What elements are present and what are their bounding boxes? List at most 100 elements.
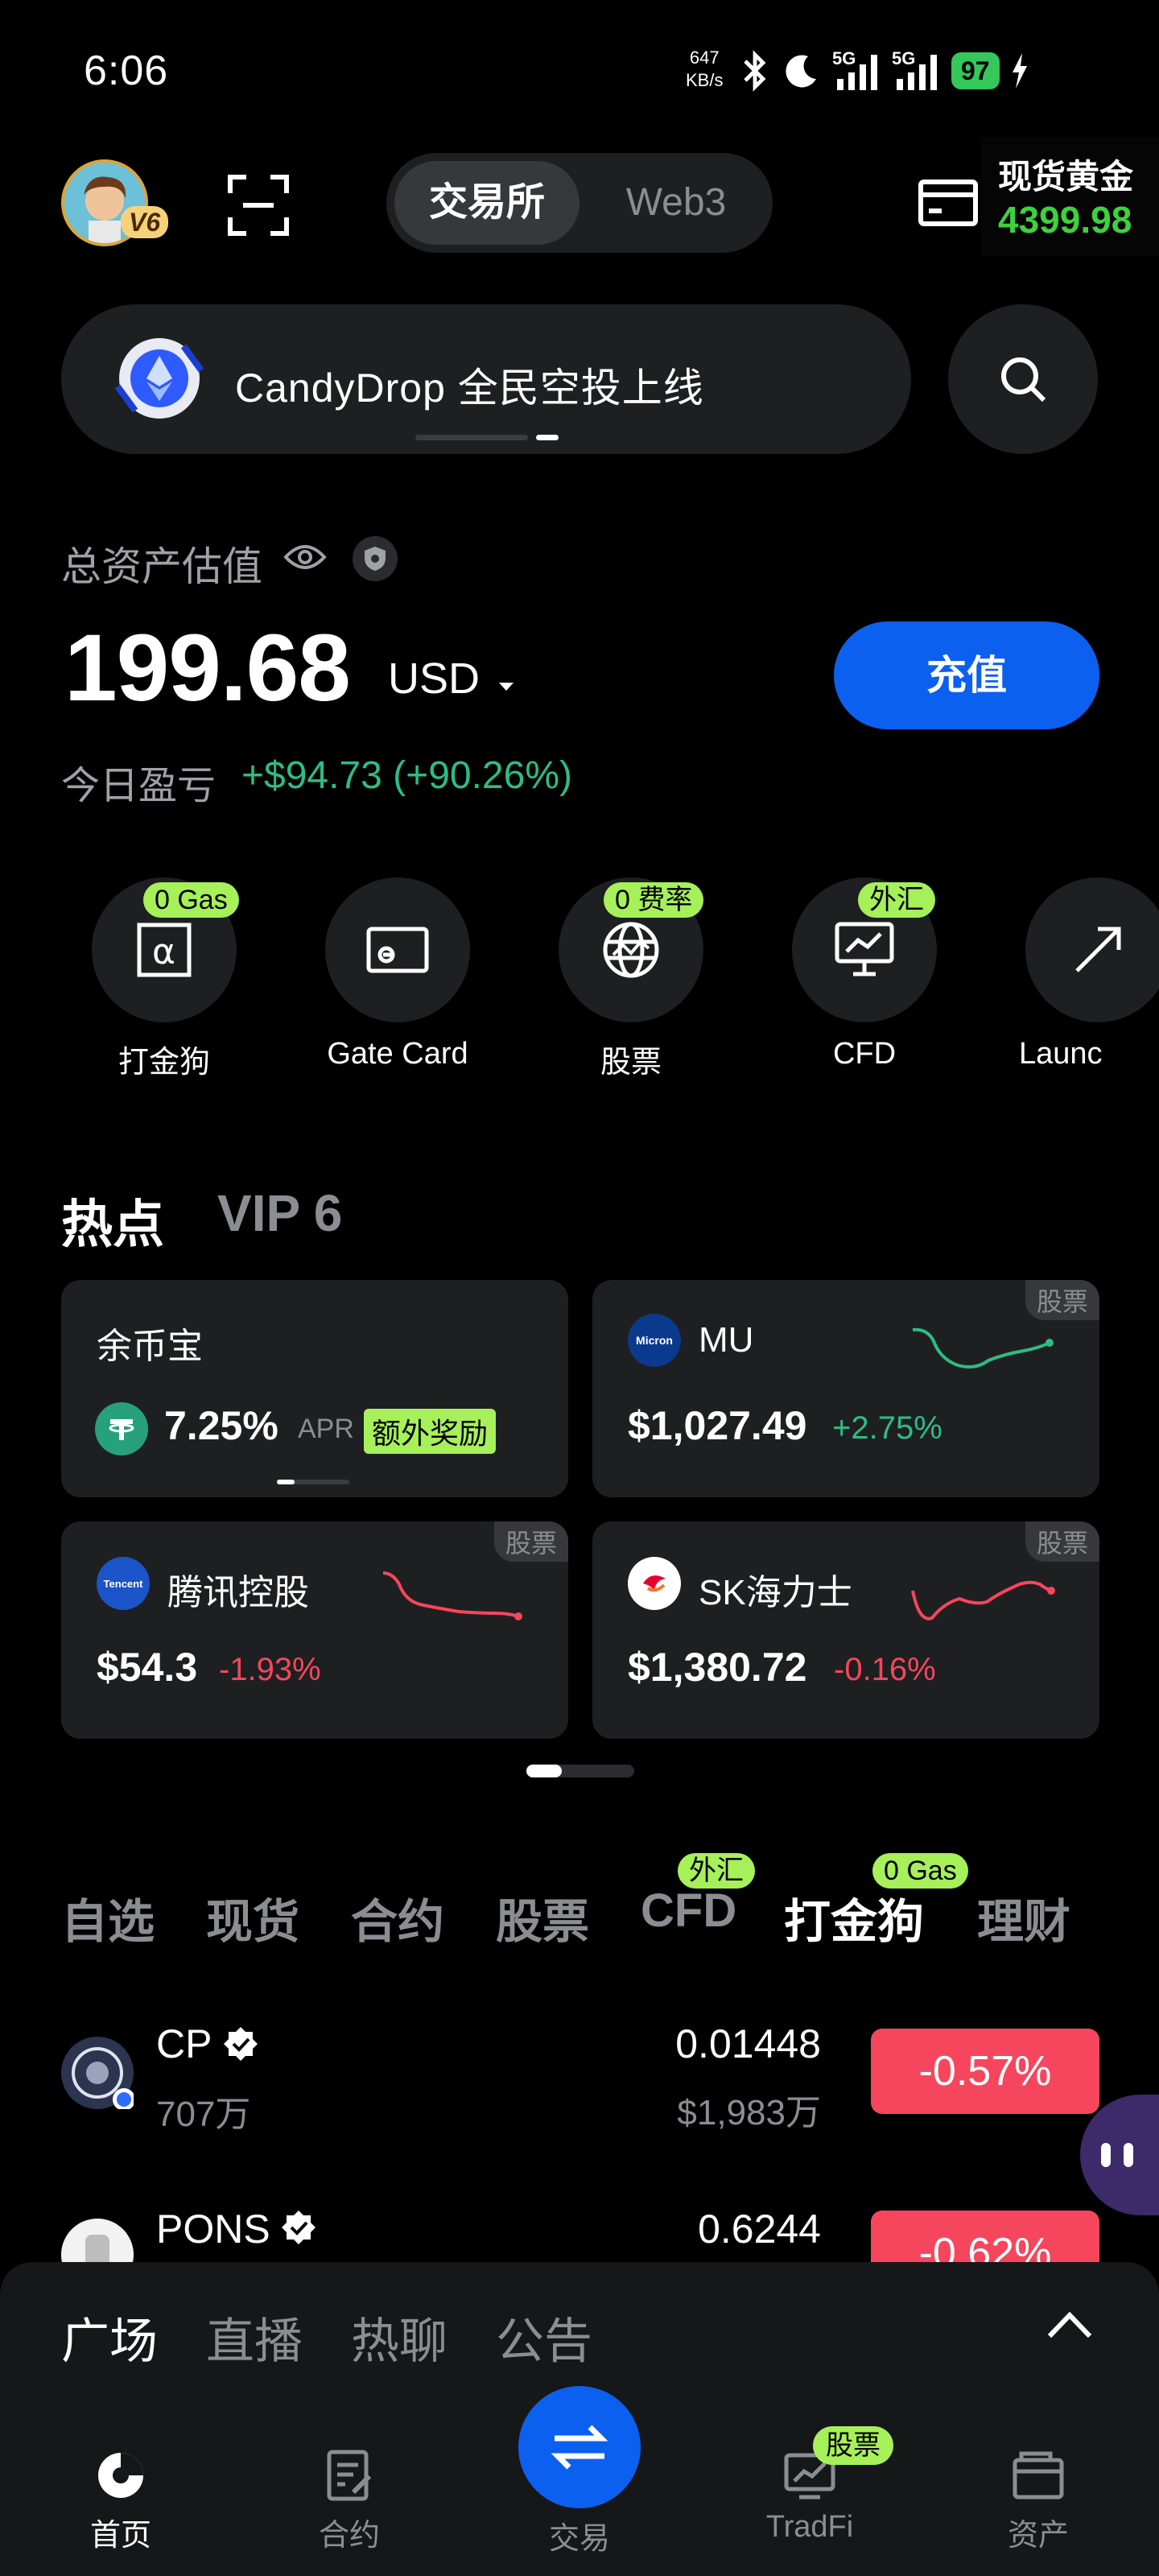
tab-cfd[interactable]: CFD xyxy=(641,1884,736,1938)
moon-icon xyxy=(782,52,821,90)
cp-token-logo xyxy=(61,2037,134,2109)
nav-label: 合约 xyxy=(318,2519,380,2553)
alpha-icon: α xyxy=(134,920,194,980)
gold-ticker-label: 现货黄金 xyxy=(998,158,1134,196)
verified-icon xyxy=(222,2025,259,2062)
deposit-button[interactable]: 充值 xyxy=(834,621,1099,729)
swap-icon xyxy=(548,2416,611,2479)
launch-icon xyxy=(1066,918,1130,982)
change-badge[interactable]: -0.57% xyxy=(871,2029,1099,2114)
tab-live[interactable]: 直播 xyxy=(206,2302,303,2372)
earn-card-pager xyxy=(277,1480,349,1484)
hot-card-change: -1.93% xyxy=(219,1652,321,1687)
bot-face-icon xyxy=(1101,2143,1133,2167)
stock-tag: 股票 xyxy=(1025,1280,1099,1320)
hot-card-tencent[interactable]: 股票 Tencent 腾讯控股 $54.3 -1.93% xyxy=(61,1521,568,1739)
globe-icon xyxy=(599,918,663,982)
shortcut-launch[interactable] xyxy=(1025,877,1159,1022)
assistant-bubble[interactable] xyxy=(1080,2095,1159,2215)
battery-level: 97 xyxy=(951,52,1000,89)
hot-card-price: $1,027.49 xyxy=(628,1403,807,1448)
tab-spot[interactable]: 现货 xyxy=(206,1884,299,1951)
hot-card-change: -0.16% xyxy=(834,1652,936,1687)
usdt-icon xyxy=(95,1402,148,1455)
tab-web3[interactable]: Web3 xyxy=(588,161,765,245)
nav-home[interactable]: 首页 xyxy=(24,2447,217,2554)
hot-card-sk-hynix[interactable]: 股票 SK海力士 $1,380.72 -0.16% xyxy=(592,1521,1099,1739)
tab-announcements[interactable]: 公告 xyxy=(496,2302,592,2372)
coin-volume: 707万 xyxy=(156,2095,251,2134)
tab-favorites[interactable]: 自选 xyxy=(61,1884,155,1951)
svg-text:α: α xyxy=(152,931,175,972)
list-item[interactable]: CP 707万 0.01448 $1,983万 -0.57% xyxy=(0,1996,1159,2134)
shortcut-tag-0gas: 0 Gas xyxy=(143,882,239,918)
tab-dajingou[interactable]: 打金狗 xyxy=(784,1884,924,1951)
banner-pager xyxy=(415,435,560,441)
sparkline-mu xyxy=(911,1322,1056,1386)
nav-contracts[interactable]: 合约 xyxy=(253,2447,446,2554)
shortcut-label: 股票 xyxy=(600,1046,662,1080)
pons-token-logo xyxy=(61,2219,134,2262)
hot-card-name: MU xyxy=(699,1320,754,1360)
nav-label: TradFi xyxy=(765,2510,854,2544)
today-pnl-label: 今日盈亏 xyxy=(61,765,217,807)
shortcut-label: 打金狗 xyxy=(118,1046,210,1080)
hot-pager xyxy=(526,1765,634,1777)
net-speed-unit: KB/s xyxy=(686,70,724,90)
coin-name: PONS xyxy=(156,2207,270,2252)
bluetooth-icon xyxy=(739,50,771,92)
hot-card-name: 腾讯控股 xyxy=(167,1573,309,1612)
total-assets-label: 总资产估值 xyxy=(61,544,262,589)
sk-hynix-logo xyxy=(628,1557,681,1610)
micron-logo: Micron xyxy=(628,1314,681,1367)
wallet-icon xyxy=(942,2447,1135,2504)
payment-card-icon[interactable] xyxy=(918,175,979,230)
search-button[interactable] xyxy=(948,304,1098,454)
net-speed-value: 647 xyxy=(689,47,720,68)
tab-futures[interactable]: 合约 xyxy=(351,1884,444,1951)
signal-icon-sim2: 5G xyxy=(892,48,940,93)
hot-card-price: $54.3 xyxy=(97,1645,198,1690)
signal-icon-sim1: 5G xyxy=(832,48,881,93)
shield-icon[interactable] xyxy=(353,536,398,581)
list-item[interactable]: PONS 0.6244 -0.62% xyxy=(0,2174,1159,2262)
home-icon xyxy=(24,2447,217,2504)
chevron-up-icon[interactable] xyxy=(1045,2309,1095,2341)
search-icon xyxy=(998,354,1048,404)
earn-card[interactable]: 余币宝 7.25% APR 额外奖励 xyxy=(61,1280,568,1497)
tab-hot-chat[interactable]: 热聊 xyxy=(351,2302,448,2372)
sparkline-tencent xyxy=(382,1567,526,1631)
shortcut-gate-card[interactable] xyxy=(325,877,470,1022)
shortcut-label: Launc xyxy=(1019,1037,1103,1071)
tab-square[interactable]: 广场 xyxy=(61,2302,158,2372)
hot-card-mu[interactable]: 股票 Micron MU $1,027.49 +2.75% xyxy=(592,1280,1099,1497)
nav-assets[interactable]: 资产 xyxy=(942,2447,1135,2554)
today-pnl-value: +$94.73 (+90.26%) xyxy=(241,754,572,797)
contract-icon xyxy=(253,2447,446,2504)
nav-trade-label: 交易 xyxy=(548,2522,610,2556)
banner-text: CandyDrop 全民空投上线 xyxy=(235,365,704,411)
tab-wealth[interactable]: 理财 xyxy=(977,1884,1070,1951)
shortcut-tag-forex: 外汇 xyxy=(858,882,935,918)
tab-vip[interactable]: VIP 6 xyxy=(217,1183,342,1243)
chart-monitor-icon xyxy=(832,918,897,982)
verified-icon xyxy=(280,2209,317,2246)
hot-card-price: $1,380.72 xyxy=(628,1645,807,1690)
earn-card-title: 余币宝 xyxy=(97,1327,203,1366)
shortcut-tag-zero-fee: 0 费率 xyxy=(604,882,704,918)
currency-selector[interactable]: USD xyxy=(388,654,480,704)
scan-icon[interactable] xyxy=(224,171,293,240)
total-assets-amount: 199.68 xyxy=(64,615,351,721)
nav-label: 资产 xyxy=(1007,2519,1069,2553)
change-badge[interactable]: -0.62% xyxy=(871,2211,1099,2262)
tab-hot[interactable]: 热点 xyxy=(61,1183,164,1257)
nav-trade-button[interactable] xyxy=(518,2386,641,2508)
charging-icon xyxy=(1011,53,1029,89)
tab-exchange[interactable]: 交易所 xyxy=(394,161,580,245)
tab-stocks[interactable]: 股票 xyxy=(496,1884,589,1951)
gold-ticker-price: 4399.98 xyxy=(998,199,1132,241)
hot-card-name: SK海力士 xyxy=(699,1573,852,1612)
caret-down-icon[interactable] xyxy=(497,681,515,692)
net-speed: 647 KB/s xyxy=(686,47,723,92)
eye-icon[interactable] xyxy=(283,541,327,573)
